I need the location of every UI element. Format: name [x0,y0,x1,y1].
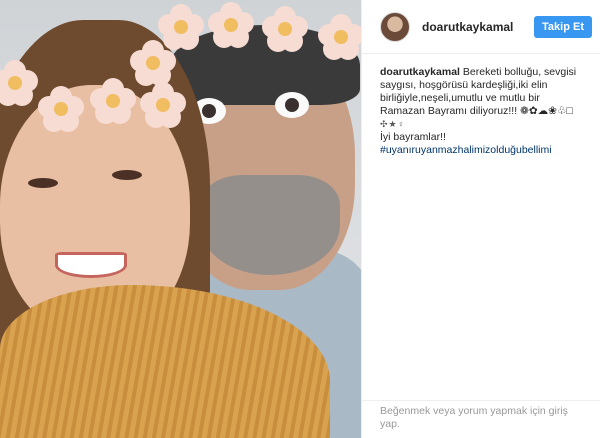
instagram-post: doarutkaykamal Takip Et doarutkaykamal B… [0,0,600,438]
caption-greeting: İyi bayramlar!! [380,131,446,143]
avatar[interactable] [380,11,410,42]
post-caption: doarutkaykamal Bereketi bolluğu, sevgisi… [362,54,600,157]
post-side-panel: doarutkaykamal Takip Et doarutkaykamal B… [361,0,600,438]
follow-button[interactable]: Takip Et [534,15,592,38]
post-photo[interactable] [0,0,361,438]
flower-crown-flower [208,2,254,48]
flower-crown-flower [140,82,186,128]
woman-left-eye [28,178,58,188]
flower-crown-flower [0,60,38,106]
post-header: doarutkaykamal Takip Et [362,0,600,54]
header-username[interactable]: doarutkaykamal [422,20,534,34]
woman-right-eye [112,170,142,180]
woman-smile [55,252,127,278]
caption-line: Bereketi bolluğu, sevgisi [462,66,577,78]
login-prompt: Beğenmek veya yorum yapmak için giriş ya… [362,400,600,438]
man-beard [200,175,340,275]
flower-crown-flower [158,4,204,50]
man-right-eye [275,92,309,118]
caption-line: saygısı, hoşgörüsü kardeşliği,iki elin [380,79,548,91]
caption-username[interactable]: doarutkaykamal [380,66,460,78]
caption-line: Ramazan Bayramı diliyoruz!!! ❁✿☁❀♧□ [380,105,573,117]
caption-emoji-line: ✣★♀ [380,119,406,129]
flower-crown-flower [262,6,308,52]
flower-crown-flower [38,86,84,132]
caption-line: birliğiyle,neşeli,umutlu ve mutlu bir [380,92,540,104]
caption-hashtag-link[interactable]: #uyanıruyanmazhalimizolduğubellimi [380,144,590,157]
flower-crown-flower [318,14,361,60]
login-prompt-text: Beğenmek veya yorum yapmak için [380,405,546,417]
